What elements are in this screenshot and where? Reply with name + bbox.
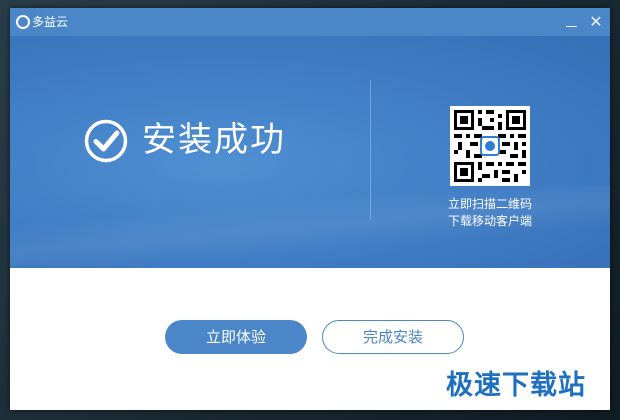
qr-caption-line-1: 立即扫描二维码 xyxy=(447,197,532,211)
window-title: 多益云 xyxy=(32,15,69,29)
qr-code-image xyxy=(450,106,530,186)
finish-install-button[interactable]: 完成安装 xyxy=(322,320,464,354)
success-message: 安装成功 xyxy=(142,120,286,160)
check-circle-icon xyxy=(84,119,128,163)
site-watermark: 极速下载站 xyxy=(446,370,586,401)
success-banner: 安装成功 立即扫描二维码 下载移动客户端 xyxy=(10,36,610,268)
qr-caption-line-2: 下载移动客户端 xyxy=(447,214,532,228)
qr-caption: 立即扫描二维码 下载移动客户端 xyxy=(422,196,558,230)
experience-now-button[interactable]: 立即体验 xyxy=(165,320,307,354)
installer-window: 多益云 ✕ 安装成功 立即扫描二维码 下载移动客户端 立即体验 完成安装 xyxy=(10,8,610,410)
minimize-button[interactable] xyxy=(562,12,582,32)
close-button[interactable]: ✕ xyxy=(586,12,606,32)
divider xyxy=(370,80,371,220)
app-logo-icon xyxy=(16,15,30,29)
title-bar[interactable]: 多益云 ✕ xyxy=(10,8,610,36)
